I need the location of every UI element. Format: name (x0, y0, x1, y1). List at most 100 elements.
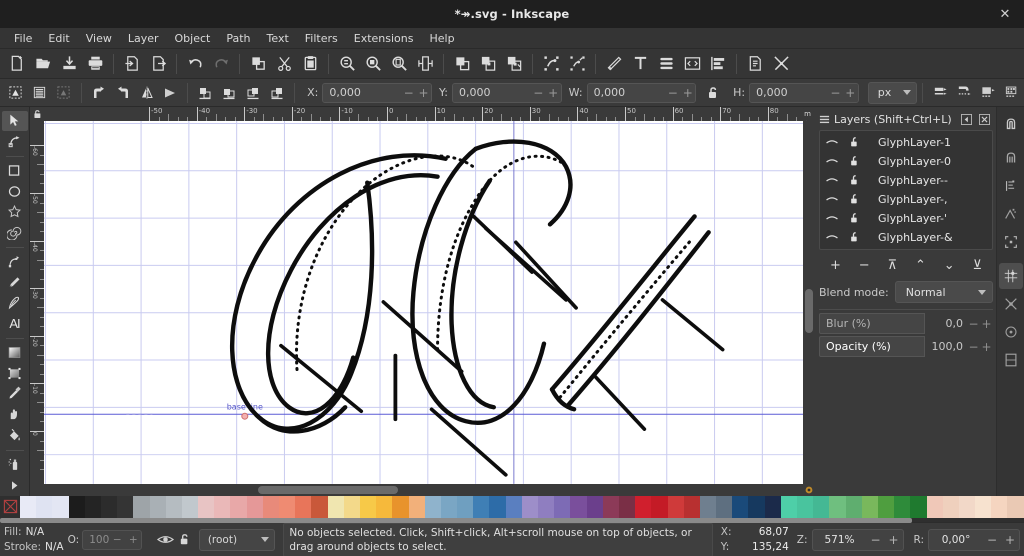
vertical-ruler[interactable]: -60-50-40-30-20-100 (30, 121, 44, 484)
palette-swatch[interactable] (360, 496, 376, 518)
zoom-selection-icon[interactable] (334, 51, 360, 77)
blur-increment[interactable]: + (980, 317, 993, 331)
align-dialog-icon[interactable] (705, 51, 731, 77)
palette-swatch[interactable] (910, 496, 926, 518)
layer-row[interactable]: GlyphLayer-- (820, 171, 992, 190)
w-spinner[interactable]: 0,000 − + (587, 83, 697, 103)
snap-bbox-corner-button[interactable] (999, 229, 1023, 255)
layer-to-top-button[interactable]: ⊼ (879, 255, 906, 275)
menu-file[interactable]: File (6, 30, 40, 47)
flip-vertical-icon[interactable] (159, 82, 183, 104)
horizontal-scrollbar[interactable] (30, 484, 803, 496)
menu-view[interactable]: View (78, 30, 120, 47)
palette-swatch[interactable] (587, 496, 603, 518)
cut-icon[interactable] (271, 51, 297, 77)
palette-scrollbar[interactable] (0, 518, 1024, 522)
w-input[interactable]: 0,000 (588, 84, 666, 102)
horizontal-ruler[interactable]: -50-40-30-20-100102030405060708090m (44, 107, 815, 121)
lower-icon[interactable] (241, 82, 265, 104)
selector-tool[interactable] (2, 111, 28, 131)
x-decrement[interactable]: − (401, 84, 416, 102)
palette-swatch[interactable] (765, 496, 781, 518)
palette-swatch[interactable] (279, 496, 295, 518)
layer-row[interactable]: GlyphLayer-& (820, 228, 992, 247)
palette-swatch[interactable] (959, 496, 975, 518)
scale-stroke-icon[interactable] (928, 82, 952, 104)
status-opacity-decrement[interactable]: − (109, 531, 125, 549)
eye-icon[interactable] (824, 174, 840, 188)
palette-swatch[interactable] (263, 496, 279, 518)
select-all-icon[interactable] (4, 82, 28, 104)
add-layer-button[interactable]: + (821, 255, 850, 275)
palette-swatch[interactable] (166, 496, 182, 518)
drawing-canvas[interactable]: base line (44, 121, 803, 484)
lock-open-icon[interactable] (848, 211, 864, 226)
redo-icon[interactable] (208, 51, 234, 77)
palette-swatch[interactable] (846, 496, 862, 518)
zoom-spinner[interactable]: 571% − + (812, 529, 904, 551)
palette-swatch[interactable] (489, 496, 505, 518)
spiral-tool[interactable] (2, 223, 28, 243)
layer-row[interactable]: GlyphLayer-1 (820, 133, 992, 152)
undo-icon[interactable] (182, 51, 208, 77)
palette-swatch[interactable] (473, 496, 489, 518)
zoom-value[interactable]: 571% (813, 530, 867, 550)
eye-icon[interactable] (824, 193, 840, 207)
palette-swatch[interactable] (409, 496, 425, 518)
menu-help[interactable]: Help (421, 30, 462, 47)
mesh-tool[interactable] (2, 364, 28, 384)
no-color-swatch[interactable] (0, 496, 20, 518)
calligraphy-tool[interactable] (2, 293, 28, 313)
move-gradients-icon[interactable] (976, 82, 1000, 104)
palette-swatch[interactable] (376, 496, 392, 518)
palette-swatch[interactable] (991, 496, 1007, 518)
export-icon[interactable] (145, 51, 171, 77)
group-icon[interactable] (538, 51, 564, 77)
palette-swatch[interactable] (85, 496, 101, 518)
palette-swatch[interactable] (1007, 496, 1023, 518)
menu-extensions[interactable]: Extensions (346, 30, 422, 47)
menu-path[interactable]: Path (218, 30, 258, 47)
h-spinner[interactable]: 0,000 − + (749, 83, 859, 103)
ruler-lock-icon[interactable] (30, 107, 44, 121)
horizontal-scroll-thumb[interactable] (258, 486, 398, 494)
menu-text[interactable]: Text (259, 30, 297, 47)
node-tool[interactable] (2, 132, 28, 152)
palette-swatch[interactable] (700, 496, 716, 518)
rotation-increment[interactable]: + (1001, 530, 1019, 550)
palette-swatch[interactable] (230, 496, 246, 518)
lock-open-icon[interactable] (848, 154, 864, 169)
rotation-value[interactable]: 0,00° (929, 530, 983, 550)
opacity-increment[interactable]: + (980, 340, 993, 354)
snap-bbox-button[interactable] (999, 145, 1023, 171)
palette-swatch[interactable] (101, 496, 117, 518)
palette-swatch[interactable] (392, 496, 408, 518)
palette-swatch[interactable] (781, 496, 797, 518)
guide-handle[interactable] (242, 413, 248, 419)
palette-swatch[interactable] (441, 496, 457, 518)
snap-nodes-button[interactable] (999, 173, 1023, 199)
text-tool[interactable]: AI (2, 314, 28, 334)
palette-swatch[interactable] (182, 496, 198, 518)
ellipse-tool[interactable] (2, 182, 28, 202)
palette-swatch[interactable] (668, 496, 684, 518)
palette-swatch[interactable] (117, 496, 133, 518)
fill-stroke-indicator[interactable]: Fill: N/A Stroke: N/A (4, 525, 64, 555)
dock-handle-icon[interactable] (819, 114, 830, 125)
layer-up-button[interactable]: ⌃ (906, 255, 935, 275)
h-increment[interactable]: + (843, 84, 858, 102)
blur-decrement[interactable]: − (967, 317, 980, 331)
y-spinner[interactable]: 0,000 − + (452, 83, 562, 103)
rotation-decrement[interactable]: − (983, 530, 1001, 550)
lock-open-icon[interactable] (702, 82, 726, 104)
x-input[interactable]: 0,000 (323, 84, 401, 102)
blur-value[interactable]: 0,0 (925, 317, 967, 330)
rotation-spinner[interactable]: 0,00° − + (928, 529, 1020, 551)
new-document-icon[interactable] (4, 51, 30, 77)
snap-center-button[interactable] (999, 319, 1023, 345)
palette-swatch[interactable] (198, 496, 214, 518)
eye-icon[interactable] (824, 155, 840, 169)
palette-swatch[interactable] (635, 496, 651, 518)
y-decrement[interactable]: − (531, 84, 546, 102)
rectangle-tool[interactable] (2, 161, 28, 181)
